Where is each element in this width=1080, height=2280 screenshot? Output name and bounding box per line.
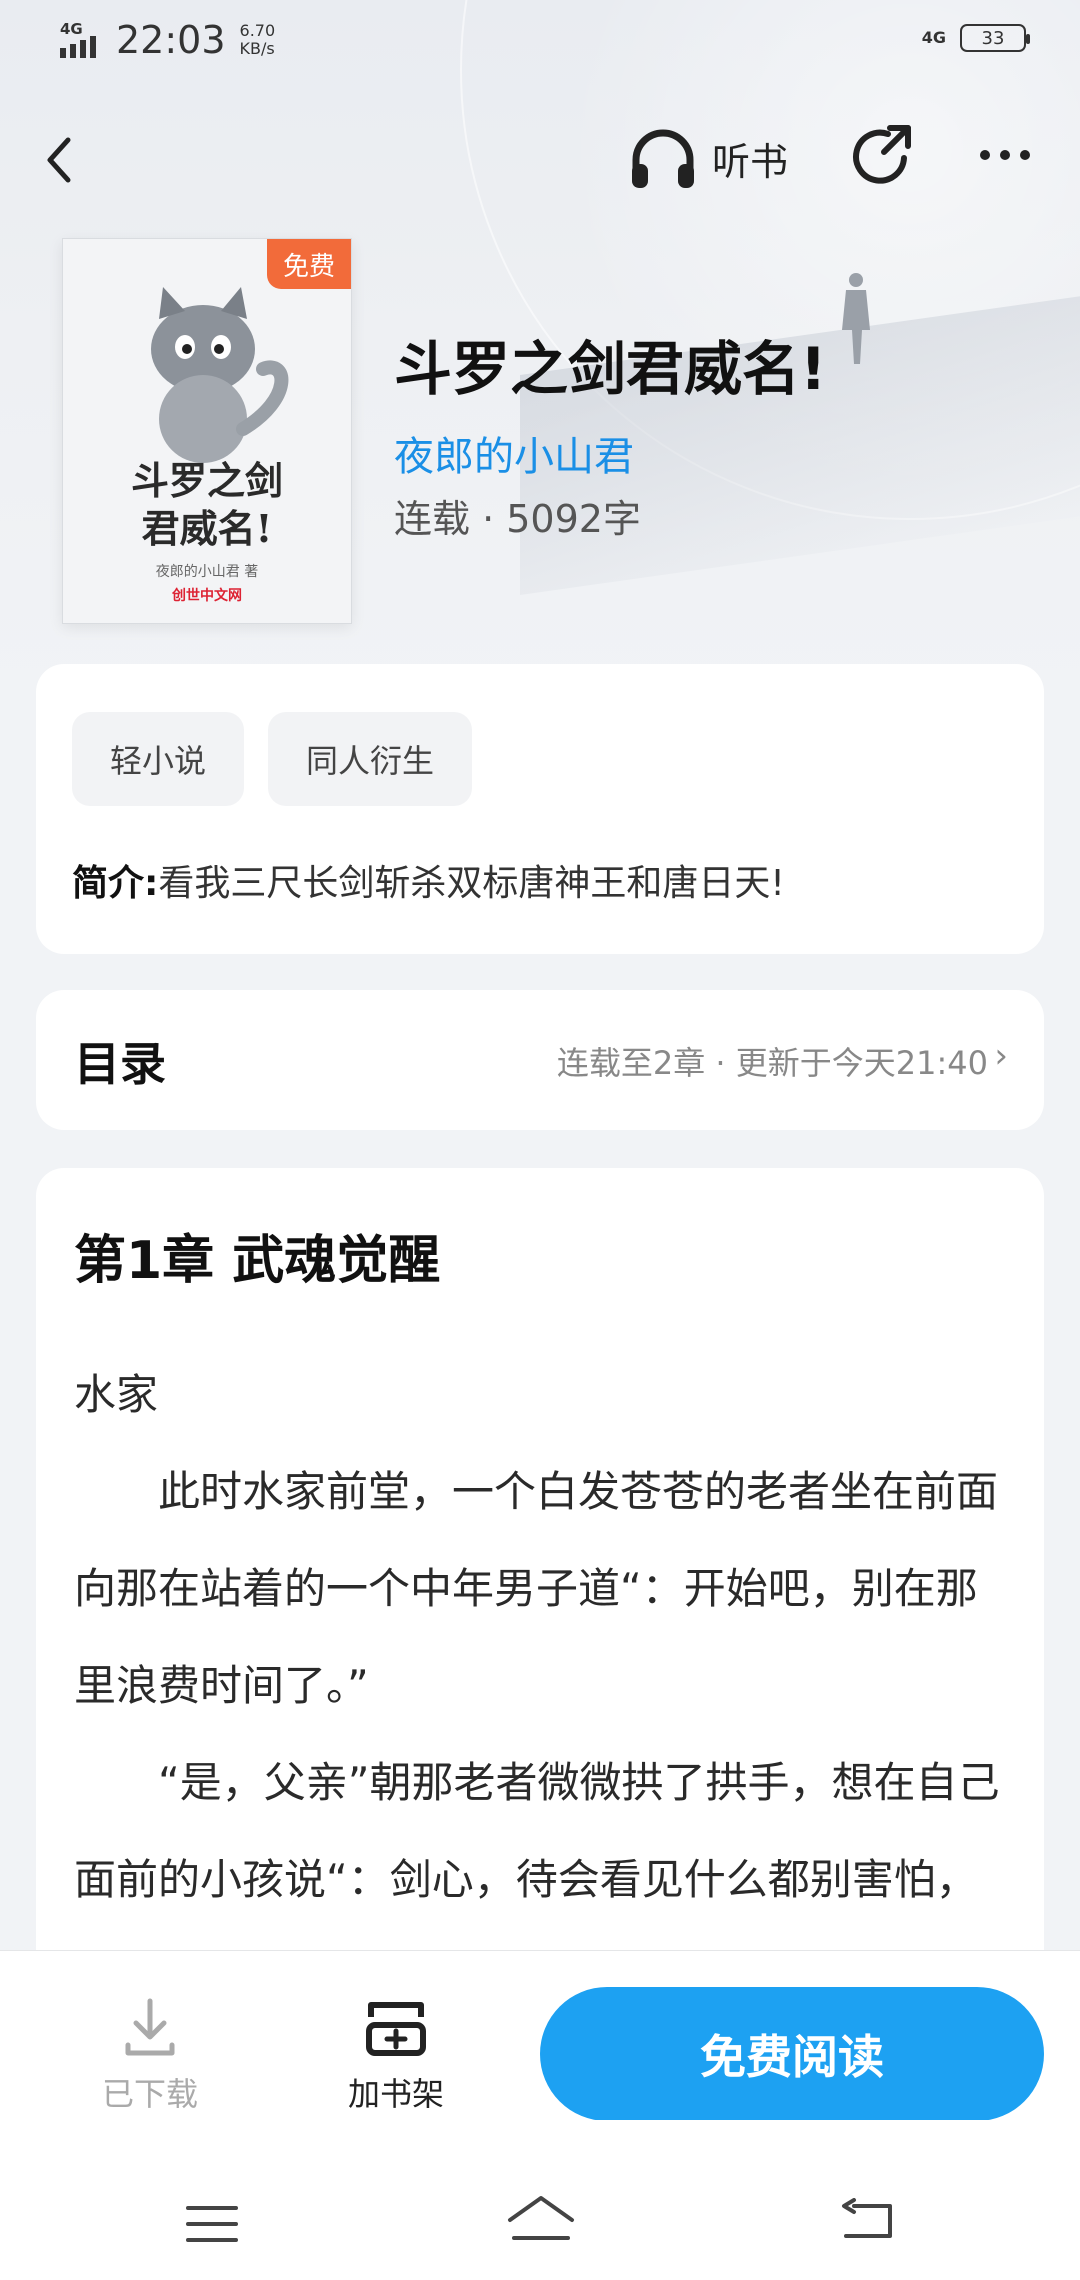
- toc-title: 目录: [74, 1037, 166, 1091]
- toc-update-info: 连载至2章 · 更新于今天21:40: [556, 1044, 988, 1082]
- battery-icon: 33: [960, 24, 1030, 52]
- intro-card: 轻小说 同人衍生 简介:看我三尺长剑斩杀双标唐神王和唐日天!: [36, 664, 1044, 954]
- toc-row[interactable]: 目录 连载至2章 · 更新于今天21:40 ›: [36, 990, 1044, 1130]
- intro-text[interactable]: 简介:看我三尺长剑斩杀双标唐神王和唐日天!: [72, 854, 785, 906]
- back-nav-icon[interactable]: [840, 2198, 894, 2242]
- home-icon[interactable]: [506, 2194, 576, 2244]
- book-cover[interactable]: 免费 斗罗之剑 君威名! 夜郎的小山君 著 创世中文网: [62, 238, 352, 624]
- back-arrow-icon[interactable]: [40, 130, 80, 190]
- menu-icon[interactable]: [186, 2204, 238, 2244]
- publisher-logo: 创世中文网: [172, 588, 242, 604]
- clock: 22:03: [116, 18, 226, 62]
- listen-label: 听书: [712, 139, 789, 184]
- cat-illustration: [151, 287, 289, 463]
- free-read-button[interactable]: 免费阅读: [540, 1987, 1044, 2121]
- network-type: 4G: [921, 28, 946, 47]
- top-nav: 听书: [0, 120, 1080, 210]
- chapter-title: 第1章 武魂觉醒: [74, 1231, 441, 1291]
- free-badge: 免费: [267, 239, 351, 289]
- download-button[interactable]: 已下载: [60, 1995, 240, 2115]
- shelf-label: 加书架: [347, 2075, 444, 2113]
- signal-icon: 4G: [58, 20, 106, 60]
- download-label: 已下载: [101, 2075, 198, 2113]
- author-link[interactable]: 夜郎的小山君: [394, 424, 634, 482]
- tag-item[interactable]: 同人衍生: [268, 712, 473, 806]
- network-speed: 6.70 KB/s: [239, 21, 276, 58]
- bottom-action-bar: 已下载 加书架 免费阅读: [0, 1950, 1080, 2121]
- chapter-preview[interactable]: 第1章 武魂觉醒 水家 此时水家前堂，一个白发苍苍的老者坐在前面向那在站着的一个…: [36, 1168, 1044, 2068]
- download-icon: [125, 1998, 175, 2056]
- add-shelf-icon: [366, 2002, 426, 2056]
- chapter-paragraph: 此时水家前堂，一个白发苍苍的老者坐在前面向那在站着的一个中年男子道“：开始吧，别…: [74, 1467, 999, 1710]
- status-bar: 4G 22:03 6.70 KB/s 4G 33: [0, 0, 1080, 84]
- more-icon[interactable]: [980, 150, 1030, 160]
- book-meta: 连载 · 5092字: [394, 497, 641, 541]
- add-to-shelf-button[interactable]: 加书架: [306, 1995, 486, 2115]
- chevron-right-icon: ›: [994, 1036, 1008, 1076]
- listen-button[interactable]: 听书: [628, 126, 788, 190]
- tag-item[interactable]: 轻小说: [72, 712, 245, 806]
- cover-title: 斗罗之剑 君威名!: [130, 458, 283, 551]
- tag-list: 轻小说 同人衍生: [72, 712, 473, 806]
- cover-author: 夜郎的小山君 著: [155, 564, 259, 580]
- book-title: 斗罗之剑君威名!: [394, 335, 827, 403]
- headphones-icon: [632, 129, 694, 188]
- system-nav-bar: [0, 2120, 1080, 2280]
- chapter-paragraph: 水家: [74, 1370, 159, 1419]
- share-icon[interactable]: [848, 122, 916, 190]
- chapter-text: 水家 此时水家前堂，一个白发苍苍的老者坐在前面向那在站着的一个中年男子道“：开始…: [74, 1346, 1014, 2025]
